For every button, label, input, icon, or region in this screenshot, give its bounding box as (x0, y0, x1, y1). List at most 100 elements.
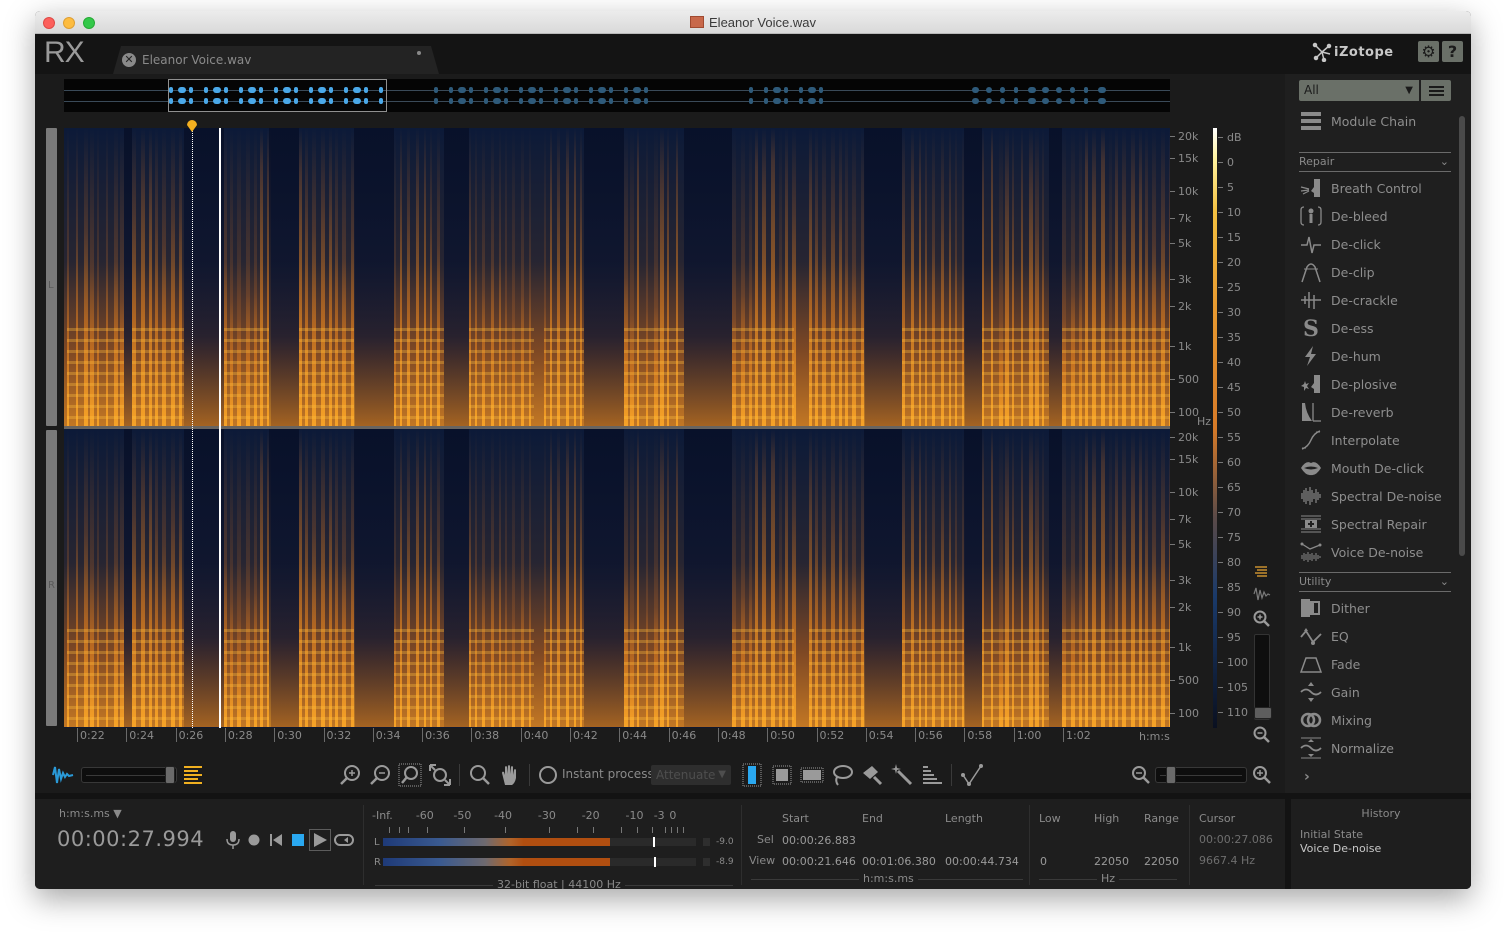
waveform-spectrogram-blend-slider[interactable] (81, 766, 177, 784)
channel-L-selector[interactable] (46, 128, 57, 426)
overview-view-selection[interactable] (168, 79, 387, 112)
zoom-out-icon[interactable] (368, 763, 392, 787)
horizontal-zoom-in-icon[interactable] (1250, 763, 1274, 787)
module-chain-button[interactable]: Module Chain (1299, 109, 1459, 133)
frequency-tick: 15k (1170, 152, 1198, 165)
module-de-crackle[interactable]: De-crackle (1299, 288, 1459, 312)
module-de-plosive[interactable]: De-plosive (1299, 372, 1459, 396)
module-de-reverb[interactable]: De-reverb (1299, 400, 1459, 424)
harmonic-selection-tool-icon[interactable] (920, 763, 944, 787)
record-input-mic-icon[interactable] (222, 829, 244, 851)
module-panel-scrollbar[interactable] (1459, 116, 1465, 556)
module-de-click[interactable]: De-click (1299, 232, 1459, 256)
voice-noise-icon (1299, 541, 1323, 563)
window-close-button[interactable] (43, 17, 55, 29)
repair-section-header[interactable]: Repair ⌄ (1299, 152, 1451, 172)
loop-button-icon[interactable] (333, 829, 355, 851)
module-spectral-repair[interactable]: Spectral Repair (1299, 512, 1459, 536)
module-gain[interactable]: Gain (1299, 680, 1459, 704)
time-selection-tool-icon[interactable] (740, 763, 764, 787)
module-de-clip[interactable]: De-clip (1299, 260, 1459, 284)
time-tick: 0:36 (422, 728, 450, 742)
vertical-zoom-out-icon[interactable] (1253, 726, 1271, 744)
module-breath-control[interactable]: Breath Control (1299, 176, 1459, 200)
vertical-zoom-in-icon[interactable] (1253, 610, 1271, 628)
frequency-selection-tool-icon[interactable] (800, 763, 824, 787)
horizontal-zoom-slider[interactable] (1155, 766, 1247, 784)
view-start-value[interactable]: 00:00:21.646 (782, 855, 856, 868)
view-range-value[interactable]: 22050 (1144, 855, 1179, 868)
magic-wand-tool-icon[interactable] (890, 763, 914, 787)
zoom-tool-icon[interactable] (468, 763, 492, 787)
module-de-ess[interactable]: S De-ess (1299, 316, 1459, 340)
waveform-view-icon[interactable] (51, 763, 75, 787)
history-item-current[interactable]: Voice De-noise (1300, 842, 1381, 855)
spectrogram-view[interactable] (64, 128, 1170, 728)
spectrogram-channel-L[interactable] (64, 128, 1170, 426)
frequency-tick: 2k (1170, 601, 1191, 614)
help-button[interactable]: ? (1442, 41, 1463, 62)
history-item[interactable]: Initial State (1300, 828, 1363, 841)
module-dither[interactable]: Dither (1299, 596, 1459, 620)
spectrogram-mode-icon[interactable] (1253, 564, 1269, 580)
module-normalize[interactable]: Normalize (1299, 736, 1459, 760)
time-format-dropdown[interactable]: h:m:s.ms ▼ (59, 807, 122, 820)
module-list-view-button[interactable] (1421, 80, 1451, 101)
more-modules-chevron-icon[interactable]: › (1304, 769, 1310, 785)
zoom-fit-icon[interactable] (428, 763, 452, 787)
module-interpolate[interactable]: Interpolate (1299, 428, 1459, 452)
zoom-in-icon[interactable] (338, 763, 362, 787)
module-spectral-de-noise[interactable]: Spectral De-noise (1299, 484, 1459, 508)
settings-button[interactable]: ⚙ (1418, 41, 1439, 62)
view-high-value[interactable]: 22050 (1094, 855, 1129, 868)
module-voice-de-noise[interactable]: Voice De-noise (1299, 540, 1459, 564)
blend-slider-thumb[interactable] (165, 766, 175, 784)
clip-indicator-R[interactable] (703, 858, 710, 866)
module-filter-dropdown[interactable]: All ▼ (1299, 80, 1419, 101)
vertical-zoom-slider[interactable] (1254, 634, 1272, 720)
playhead-cursor[interactable] (219, 128, 221, 728)
sel-start-value[interactable]: 00:00:26.883 (782, 834, 856, 847)
hand-tool-icon[interactable] (498, 763, 522, 787)
play-button-icon[interactable] (309, 829, 331, 851)
stop-button-icon[interactable] (287, 829, 309, 851)
record-button-icon[interactable] (243, 829, 265, 851)
waveform-mode-icon[interactable] (1253, 586, 1271, 602)
spectrogram-view-icon[interactable] (181, 763, 205, 787)
view-low-value[interactable]: 0 (1040, 855, 1047, 868)
meter-L-fill (383, 838, 611, 846)
zoom-to-selection-icon[interactable] (398, 763, 422, 787)
crackle-icon (1299, 289, 1323, 311)
module-de-hum[interactable]: De-hum (1299, 344, 1459, 368)
file-tab[interactable]: ✕ Eleanor Voice.wav (113, 46, 439, 74)
go-to-start-icon[interactable] (265, 829, 287, 851)
horizontal-zoom-thumb[interactable] (1166, 766, 1176, 784)
instant-process-mode-dropdown[interactable]: Attenuate ▼ (651, 765, 731, 785)
module-eq[interactable]: EQ (1299, 624, 1459, 648)
time-frequency-selection-tool-icon[interactable] (770, 763, 794, 787)
window-maximize-button[interactable] (83, 17, 95, 29)
window-minimize-button[interactable] (63, 17, 75, 29)
brush-tool-icon[interactable] (860, 763, 884, 787)
module-de-bleed[interactable]: De-bleed (1299, 204, 1459, 228)
module-label: Gain (1331, 684, 1360, 700)
module-mixing[interactable]: Mixing (1299, 708, 1459, 732)
gain-envelope-tool-icon[interactable] (960, 763, 984, 787)
horizontal-zoom-out-icon[interactable] (1129, 763, 1153, 787)
module-fade[interactable]: Fade (1299, 652, 1459, 676)
module-mouth-de-click[interactable]: Mouth De-click (1299, 456, 1459, 480)
view-length-value[interactable]: 00:00:44.734 (945, 855, 1019, 868)
close-tab-icon[interactable]: ✕ (122, 53, 136, 67)
cursor-time-value: 00:00:27.086 (1199, 833, 1273, 846)
view-end-value[interactable]: 00:01:06.380 (862, 855, 936, 868)
clip-indicator-L[interactable] (703, 838, 710, 846)
channel-R-selector[interactable] (46, 430, 57, 726)
spectrogram-channel-R[interactable] (64, 429, 1170, 727)
playback-marker-icon[interactable] (186, 118, 198, 132)
utility-section-header[interactable]: Utility ⌄ (1299, 572, 1451, 592)
waveform-overview[interactable] (64, 79, 1170, 112)
lasso-tool-icon[interactable] (830, 763, 854, 787)
vertical-zoom-thumb[interactable] (1254, 707, 1272, 719)
instant-process-toggle[interactable] (536, 763, 560, 787)
ess-icon: S (1299, 317, 1323, 339)
